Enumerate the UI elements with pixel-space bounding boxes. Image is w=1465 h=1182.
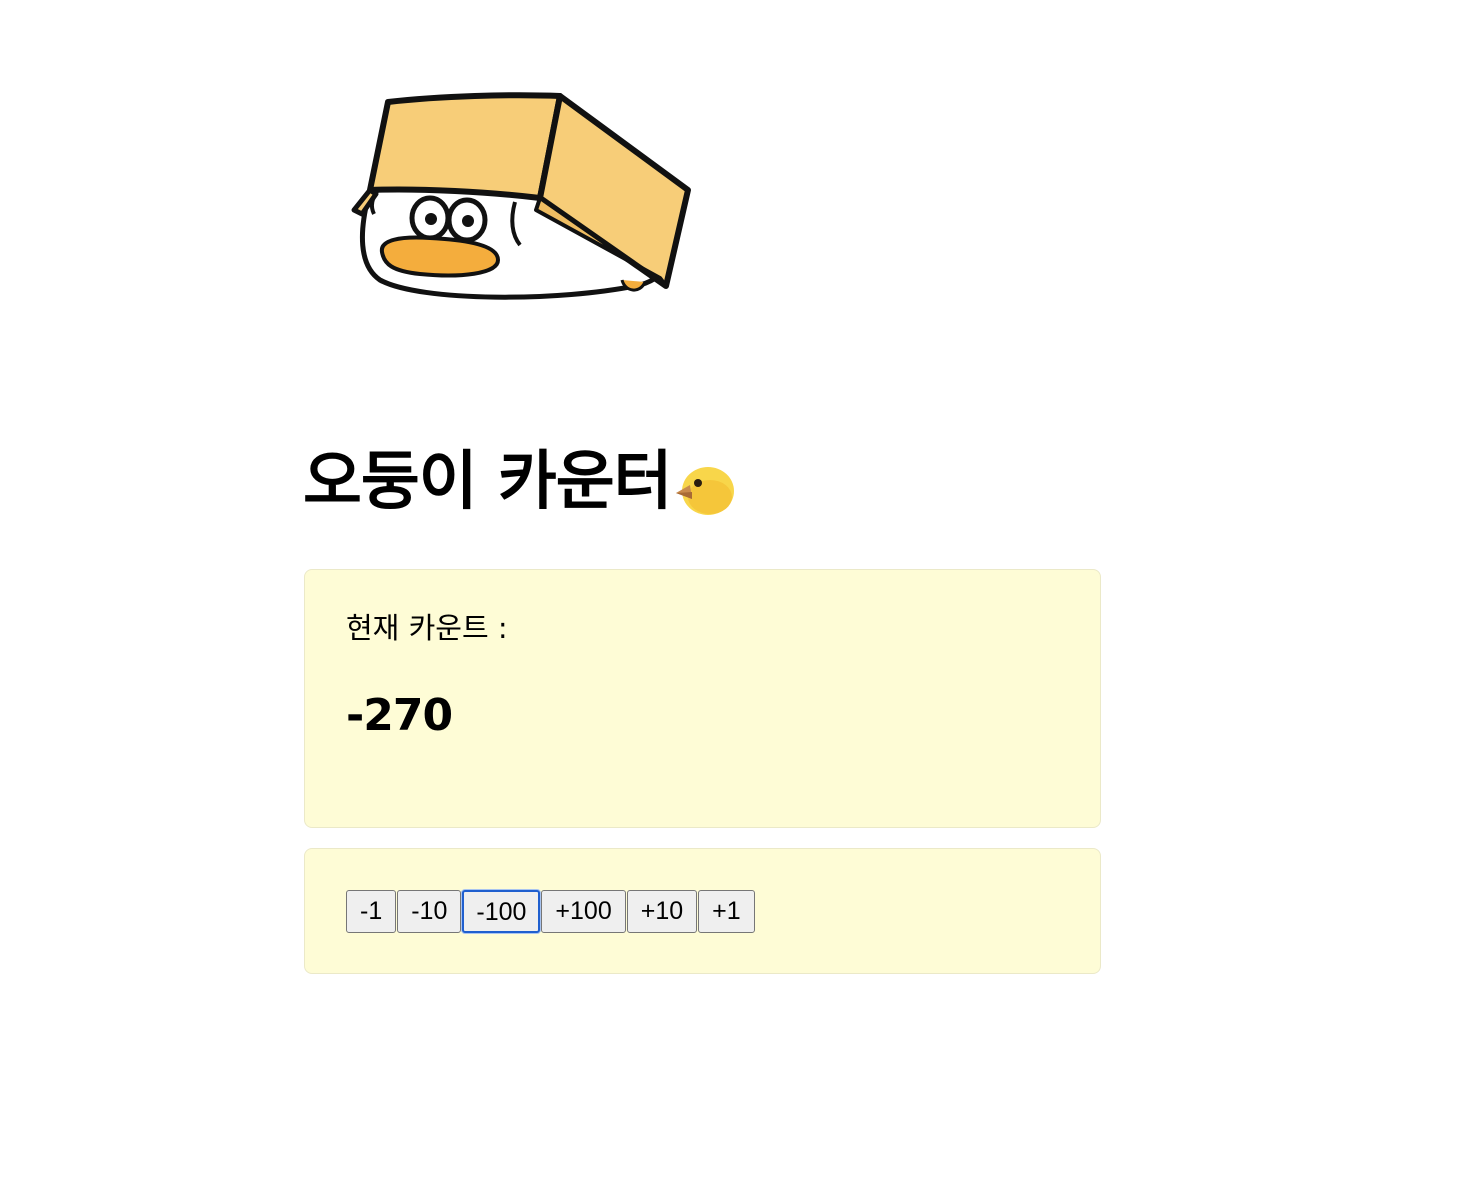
plus-100-button[interactable]: +100 bbox=[541, 890, 626, 933]
count-value: -270 bbox=[346, 690, 453, 741]
buttons-panel: -1 -10 -100 +100 +10 +1 bbox=[304, 848, 1101, 974]
count-panel: 현재 카운트 : -270 bbox=[304, 569, 1101, 828]
page: 오둥이 카운터 현재 카운트 : -270 -1 -10 -100 +100 +… bbox=[0, 0, 1465, 1182]
count-label: 현재 카운트 : bbox=[346, 611, 508, 645]
minus-10-button[interactable]: -10 bbox=[397, 890, 462, 933]
plus-10-button[interactable]: +10 bbox=[626, 890, 698, 933]
plus-1-button[interactable]: +1 bbox=[698, 890, 755, 933]
duck-in-box-icon bbox=[340, 80, 710, 310]
chick-icon bbox=[674, 454, 736, 515]
minus-100-button[interactable]: -100 bbox=[462, 890, 541, 933]
button-row: -1 -10 -100 +100 +10 +1 bbox=[346, 890, 755, 933]
minus-1-button[interactable]: -1 bbox=[346, 890, 397, 933]
page-title: 오둥이 카운터 bbox=[303, 440, 736, 524]
title-text: 오둥이 카운터 bbox=[303, 445, 673, 519]
